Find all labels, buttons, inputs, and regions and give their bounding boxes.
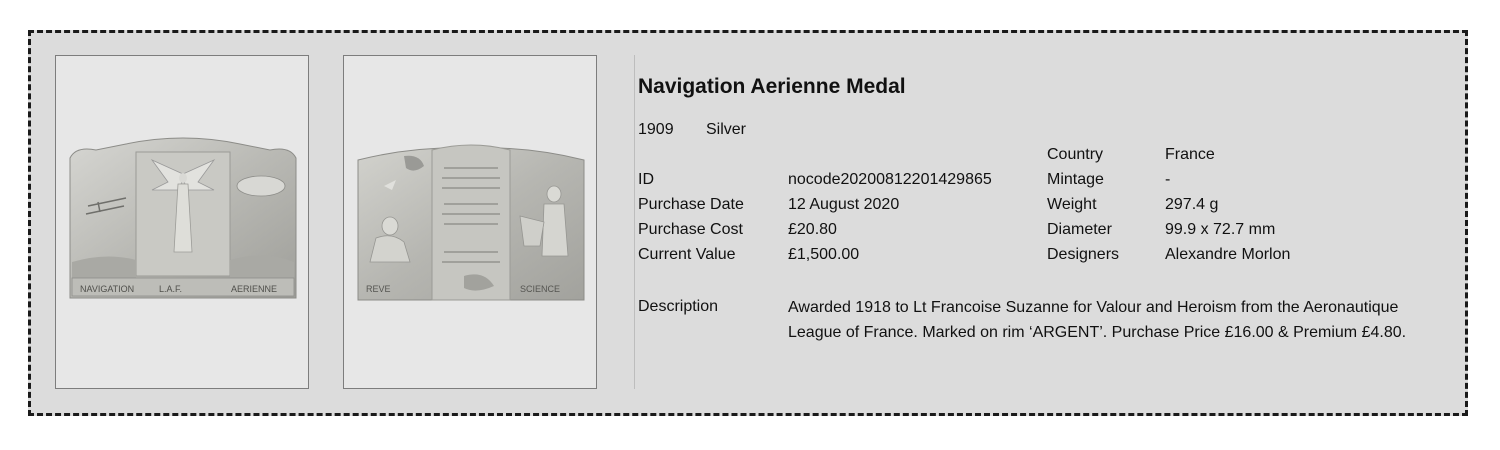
medal-reverse-photo: REVE SCIENCE [343,55,597,389]
section-divider [634,55,635,389]
weight-label: Weight [1047,196,1097,213]
country-value: France [1165,146,1215,163]
inscription-reve: REVE [366,284,391,294]
medal-obverse-icon: NAVIGATION L.A.F. AERIENNE [69,137,297,299]
description-text: Awarded 1918 to Lt Francoise Suzanne for… [788,299,1407,341]
designers-label: Designers [1047,246,1120,263]
mintage-label: Mintage [1047,171,1104,188]
diameter-label: Diameter [1047,221,1112,238]
mintage-value: - [1165,171,1171,188]
purchase-cost-label: Purchase Cost [638,221,743,238]
diameter-value: 99.9 x 72.7 mm [1165,221,1276,238]
purchase-date-label: Purchase Date [638,196,744,213]
inscription-aerienne: AERIENNE [231,284,277,294]
current-value-label: Current Value [638,246,736,263]
id-label: ID [638,171,654,188]
purchase-cost-value: £20.80 [788,221,837,238]
description-label: Description [638,298,719,315]
current-value-value: £1,500.00 [788,246,860,263]
medal-year: 1909 [638,121,674,138]
weight-value: 297.4 g [1165,196,1219,213]
inscription-navigation: NAVIGATION [80,284,134,294]
medal-reverse-icon: REVE SCIENCE [357,144,585,301]
inscription-laf: L.A.F. [159,284,182,294]
id-value: nocode20200812201429865 [788,171,992,188]
purchase-date-value: 12 August 2020 [788,196,900,213]
designers-value: Alexandre Morlon [1165,246,1291,263]
inscription-science: SCIENCE [520,284,560,294]
medal-record-card: NAVIGATION L.A.F. AERIENNE REVE SCIENCE … [28,30,1468,416]
country-label: Country [1047,146,1104,163]
medal-metal: Silver [706,121,747,138]
medal-obverse-photo: NAVIGATION L.A.F. AERIENNE [55,55,309,389]
medal-title: Navigation Aerienne Medal [638,75,906,98]
